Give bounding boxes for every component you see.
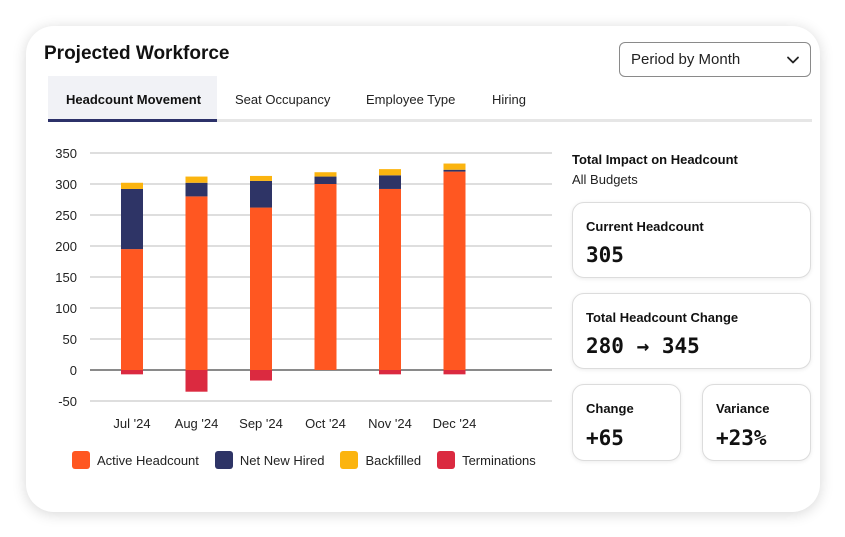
- current-headcount-card: Current Headcount 305: [572, 202, 811, 278]
- impact-title: Total Impact on Headcount: [572, 152, 738, 167]
- stat-label: Variance: [716, 401, 770, 416]
- bar-segment: [443, 171, 466, 370]
- legend-label: Active Headcount: [97, 452, 199, 468]
- y-tick-label: 0: [70, 363, 77, 378]
- bar-segment: [250, 207, 272, 370]
- tab-label: Employee Type: [366, 91, 456, 107]
- y-tick-label: 300: [55, 177, 77, 192]
- tab-bar: Headcount Movement Seat Occupancy Employ…: [48, 76, 812, 122]
- tab-label: Hiring: [492, 91, 526, 107]
- x-tick-label: Dec '24: [433, 416, 477, 431]
- period-select-value: Period by Month: [631, 51, 741, 68]
- variance-card: Variance +23%: [702, 384, 811, 461]
- bar-segment: [185, 370, 208, 392]
- bar-segment: [121, 182, 143, 189]
- stat-label: Total Headcount Change: [586, 310, 739, 325]
- legend-label: Backfilled: [365, 452, 422, 468]
- page-title: Projected Workforce: [44, 43, 230, 64]
- total-headcount-change-card: Total Headcount Change 280 → 345: [572, 293, 811, 369]
- bar-segment: [250, 180, 272, 208]
- bar-segment: [121, 249, 143, 370]
- y-tick-label: 50: [63, 332, 77, 347]
- y-tick-label: 350: [55, 146, 77, 161]
- bar-segment: [314, 172, 337, 177]
- tab-employee-type[interactable]: Employee Type: [366, 76, 455, 122]
- tab-hiring[interactable]: Hiring: [492, 76, 526, 122]
- y-tick-label: 150: [55, 270, 77, 285]
- period-select[interactable]: Period by Month: [619, 42, 811, 77]
- legend-swatch: [437, 451, 456, 469]
- tab-label: Headcount Movement: [66, 91, 202, 107]
- legend-label: Net New Hired: [239, 452, 325, 468]
- tab-headcount-movement[interactable]: Headcount Movement: [48, 76, 217, 122]
- chevron-down-icon: [787, 56, 799, 64]
- legend-swatch: [214, 451, 233, 469]
- headcount-movement-chart: 350 300 250 200 150 100 50 0 -50 Jul '24 Aug '24 Se…: [55, 146, 552, 431]
- y-tick-label: -50: [58, 394, 77, 409]
- bar-segment: [250, 175, 272, 181]
- active-tab-indicator: [48, 119, 217, 122]
- bar-segment: [379, 370, 401, 375]
- legend-item-terminations: Terminations: [437, 451, 536, 469]
- change-card: Change +65: [572, 384, 681, 461]
- x-tick-label: Nov '24: [368, 416, 412, 431]
- x-tick-label: Jul '24: [113, 416, 150, 431]
- stat-value: 305: [586, 243, 624, 267]
- bar-segment: [185, 176, 208, 183]
- legend-label: Terminations: [462, 452, 536, 468]
- bar-segment: [379, 175, 401, 189]
- x-tick-label: Oct '24: [305, 416, 346, 431]
- x-tick-label: Aug '24: [175, 416, 219, 431]
- bar-segment: [379, 169, 401, 176]
- legend-item-active-headcount: Active Headcount: [72, 451, 199, 469]
- tab-label: Seat Occupancy: [235, 91, 331, 107]
- bar-segment: [121, 370, 143, 375]
- y-tick-label: 200: [55, 239, 77, 254]
- legend-swatch: [340, 451, 359, 469]
- tab-seat-occupancy[interactable]: Seat Occupancy: [235, 76, 330, 122]
- bar-segment: [314, 176, 337, 184]
- bar-segment: [185, 182, 208, 197]
- bar-segment: [121, 188, 143, 250]
- stat-value: +23%: [716, 426, 767, 450]
- chart-legend: Active Headcount Net New Hired Backfille…: [72, 451, 552, 469]
- stat-label: Change: [586, 401, 634, 416]
- legend-item-net-new-hired: Net New Hired: [214, 451, 325, 469]
- y-tick-label: 100: [55, 301, 77, 316]
- stat-value: 280 → 345: [586, 334, 700, 358]
- y-tick-label: 250: [55, 208, 77, 223]
- bar-segment: [250, 370, 272, 381]
- bar-segment: [185, 196, 208, 370]
- stat-value: +65: [586, 426, 624, 450]
- bar-segment: [314, 184, 337, 370]
- bar-segment: [443, 163, 466, 170]
- legend-item-backfilled: Backfilled: [340, 451, 421, 469]
- legend-swatch: [72, 451, 90, 469]
- x-tick-label: Sep '24: [239, 416, 283, 431]
- bar-segment: [379, 188, 401, 370]
- bar-segment: [443, 169, 466, 172]
- stat-label: Current Headcount: [586, 219, 704, 234]
- impact-subtitle: All Budgets: [572, 172, 638, 187]
- bar-segment: [443, 370, 466, 375]
